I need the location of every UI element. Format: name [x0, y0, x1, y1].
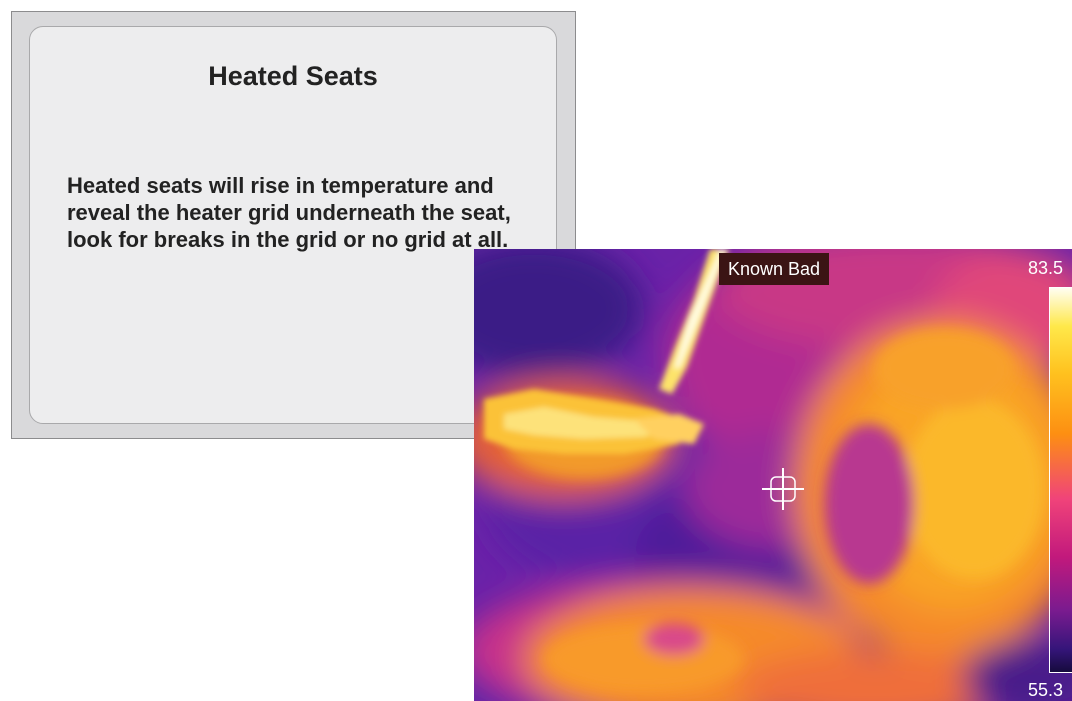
- known-bad-label: Known Bad: [719, 253, 830, 285]
- thermal-image: Known Bad 83.5 55.3: [474, 249, 1072, 701]
- scale-min-value: 55.3: [1028, 680, 1064, 700]
- crosshair-icon: [762, 468, 804, 510]
- scale-max-value: 83.5: [1028, 258, 1064, 278]
- temperature-scale-bar: [1049, 287, 1072, 673]
- card-title: Heated Seats: [208, 61, 378, 91]
- card-description: Heated seats will rise in temperature an…: [67, 173, 511, 252]
